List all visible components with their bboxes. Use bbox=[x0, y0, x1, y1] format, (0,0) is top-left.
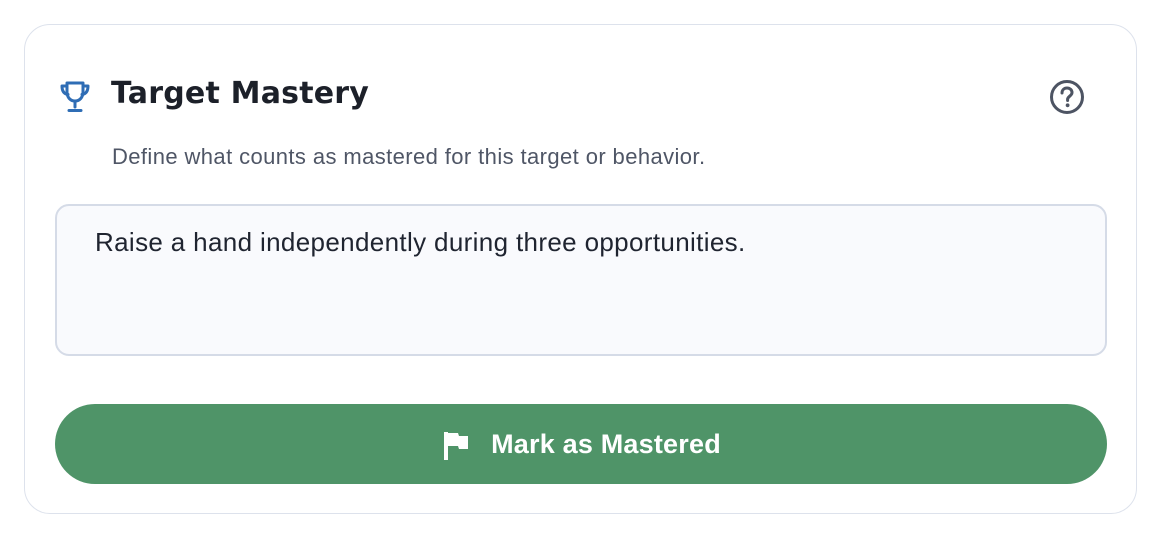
trophy-icon bbox=[59, 80, 91, 114]
mark-as-mastered-button[interactable]: Mark as Mastered bbox=[55, 404, 1107, 484]
target-mastery-card: Target Mastery Define what counts as mas… bbox=[24, 24, 1137, 514]
flag-icon bbox=[441, 429, 471, 461]
mastery-criteria-textarea[interactable]: Raise a hand independently during three … bbox=[55, 204, 1107, 356]
help-circle-icon[interactable] bbox=[1048, 78, 1086, 116]
card-subtitle: Define what counts as mastered for this … bbox=[112, 144, 706, 169]
card-title: Target Mastery bbox=[111, 76, 370, 111]
mark-as-mastered-label: Mark as Mastered bbox=[491, 428, 721, 459]
